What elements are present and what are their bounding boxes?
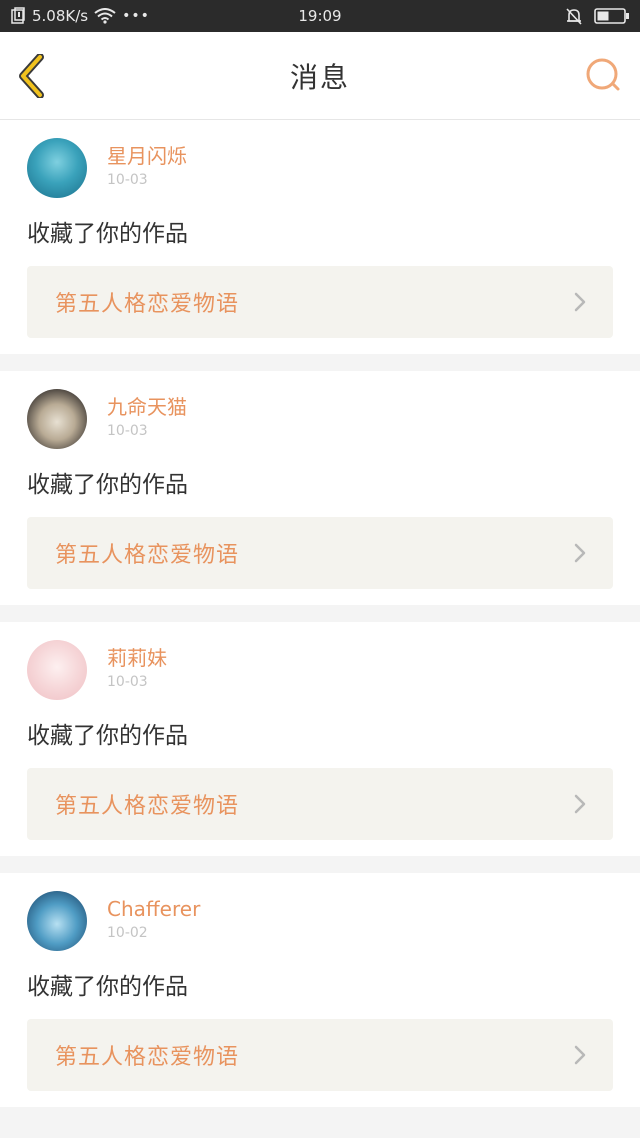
divider: [0, 354, 640, 371]
back-button[interactable]: [14, 53, 58, 99]
message-card: Chafferer 10-02 收藏了你的作品 第五人格恋爱物语: [0, 873, 640, 1107]
message-list: 星月闪烁 10-03 收藏了你的作品 第五人格恋爱物语 九命天猫 10-03 收…: [0, 120, 640, 1107]
username[interactable]: 九命天猫: [107, 395, 187, 419]
chevron-left-icon: [19, 53, 44, 99]
status-bar: 5.08K/s ••• 19:09: [0, 0, 640, 32]
more-dots: •••: [122, 8, 150, 24]
work-title: 第五人格恋爱物语: [55, 794, 240, 819]
work-link[interactable]: 第五人格恋爱物语: [27, 517, 613, 589]
message-date: 10-03: [107, 423, 148, 439]
message-date: 10-02: [107, 925, 148, 941]
chevron-right-icon: [573, 793, 587, 815]
work-link[interactable]: 第五人格恋爱物语: [27, 768, 613, 840]
work-title: 第五人格恋爱物语: [55, 543, 240, 568]
action-text: 收藏了你的作品: [27, 221, 188, 247]
action-text: 收藏了你的作品: [27, 723, 188, 749]
work-link[interactable]: 第五人格恋爱物语: [27, 1019, 613, 1091]
notification-icon: [10, 7, 26, 25]
message-card: 莉莉妹 10-03 收藏了你的作品 第五人格恋爱物语: [0, 622, 640, 856]
avatar[interactable]: [27, 640, 87, 700]
action-text: 收藏了你的作品: [27, 974, 188, 1000]
page-title: 消息: [289, 60, 350, 94]
chevron-right-icon: [573, 1044, 587, 1066]
silent-bell-icon: [564, 6, 584, 26]
divider: [0, 605, 640, 622]
search-icon: [586, 58, 620, 91]
message-date: 10-03: [107, 674, 148, 690]
message-card: 九命天猫 10-03 收藏了你的作品 第五人格恋爱物语: [0, 371, 640, 605]
status-time: 19:09: [298, 7, 342, 25]
battery-icon: [594, 7, 630, 25]
work-link[interactable]: 第五人格恋爱物语: [27, 266, 613, 338]
message-card: 星月闪烁 10-03 收藏了你的作品 第五人格恋爱物语: [0, 120, 640, 354]
network-speed: 5.08K/s: [32, 7, 89, 25]
avatar[interactable]: [27, 138, 87, 198]
username[interactable]: Chafferer: [107, 897, 200, 921]
action-text: 收藏了你的作品: [27, 472, 188, 498]
message-date: 10-03: [107, 172, 148, 188]
search-button[interactable]: [582, 54, 626, 98]
header: 消息: [0, 32, 640, 120]
work-title: 第五人格恋爱物语: [55, 292, 240, 317]
chevron-right-icon: [573, 542, 587, 564]
avatar[interactable]: [27, 389, 87, 449]
username[interactable]: 星月闪烁: [107, 144, 187, 168]
work-title: 第五人格恋爱物语: [55, 1045, 240, 1070]
divider: [0, 856, 640, 873]
chevron-right-icon: [573, 291, 587, 313]
username[interactable]: 莉莉妹: [107, 646, 167, 670]
avatar[interactable]: [27, 891, 87, 951]
wifi-icon: [94, 8, 116, 24]
